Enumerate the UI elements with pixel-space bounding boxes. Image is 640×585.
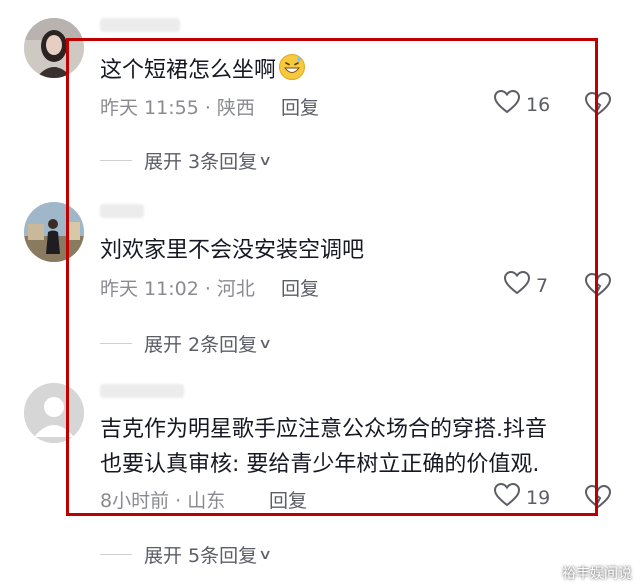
chevron-down-icon: ∨ (258, 152, 273, 169)
avatar[interactable] (24, 18, 84, 78)
username-blurred[interactable] (100, 384, 184, 398)
broken-heart-icon (584, 484, 612, 513)
heart-icon (493, 482, 521, 512)
expand-replies-button[interactable]: 展开 5条回复 ∨ (100, 541, 273, 568)
divider-line (100, 554, 132, 555)
dislike-button[interactable] (584, 91, 612, 120)
reply-button[interactable]: 回复 (269, 486, 307, 513)
username-blurred[interactable] (100, 204, 144, 218)
grinning-sweat-emoji-icon (278, 53, 306, 91)
comment-meta: 8小时前 · 山东 (100, 490, 226, 512)
expand-replies-button[interactable]: 展开 3条回复 ∨ (100, 147, 273, 174)
username-blurred[interactable] (100, 18, 180, 32)
like-button[interactable]: 19 (493, 482, 551, 512)
chevron-down-icon: ∨ (258, 335, 273, 352)
comment-meta: 昨天 11:02 · 河北 (100, 278, 255, 300)
watermark: 裕丰娱间说 (562, 566, 632, 582)
chevron-down-icon: ∨ (258, 546, 273, 563)
avatar[interactable] (24, 383, 84, 443)
reply-button[interactable]: 回复 (281, 274, 319, 301)
like-count: 16 (526, 93, 551, 116)
expand-replies-button[interactable]: 展开 2条回复 ∨ (100, 330, 273, 357)
like-button[interactable]: 16 (493, 89, 551, 119)
like-count: 7 (536, 274, 549, 297)
heart-icon (493, 89, 521, 119)
comment-meta: 昨天 11:55 · 陕西 (100, 97, 255, 119)
comment-text: 这个短裙怎么坐啊 (100, 53, 306, 91)
avatar[interactable] (24, 202, 84, 262)
like-count: 19 (526, 486, 551, 509)
broken-heart-icon (584, 91, 612, 120)
comment-text-line-1: 吉克作为明星歌手应注意公众场合的穿搭.抖音 (100, 417, 547, 442)
divider-line (100, 160, 132, 161)
comment-text: 刘欢家里不会没安装空调吧 (100, 238, 365, 263)
dislike-button[interactable] (584, 484, 612, 513)
divider-line (100, 343, 132, 344)
comment-text-line-2: 也要认真审核: 要给青少年树立正确的价值观. (100, 452, 540, 477)
broken-heart-icon (584, 272, 612, 301)
dislike-button[interactable] (584, 272, 612, 301)
reply-button[interactable]: 回复 (281, 93, 319, 120)
heart-icon (503, 270, 531, 300)
like-button[interactable]: 7 (503, 270, 549, 300)
